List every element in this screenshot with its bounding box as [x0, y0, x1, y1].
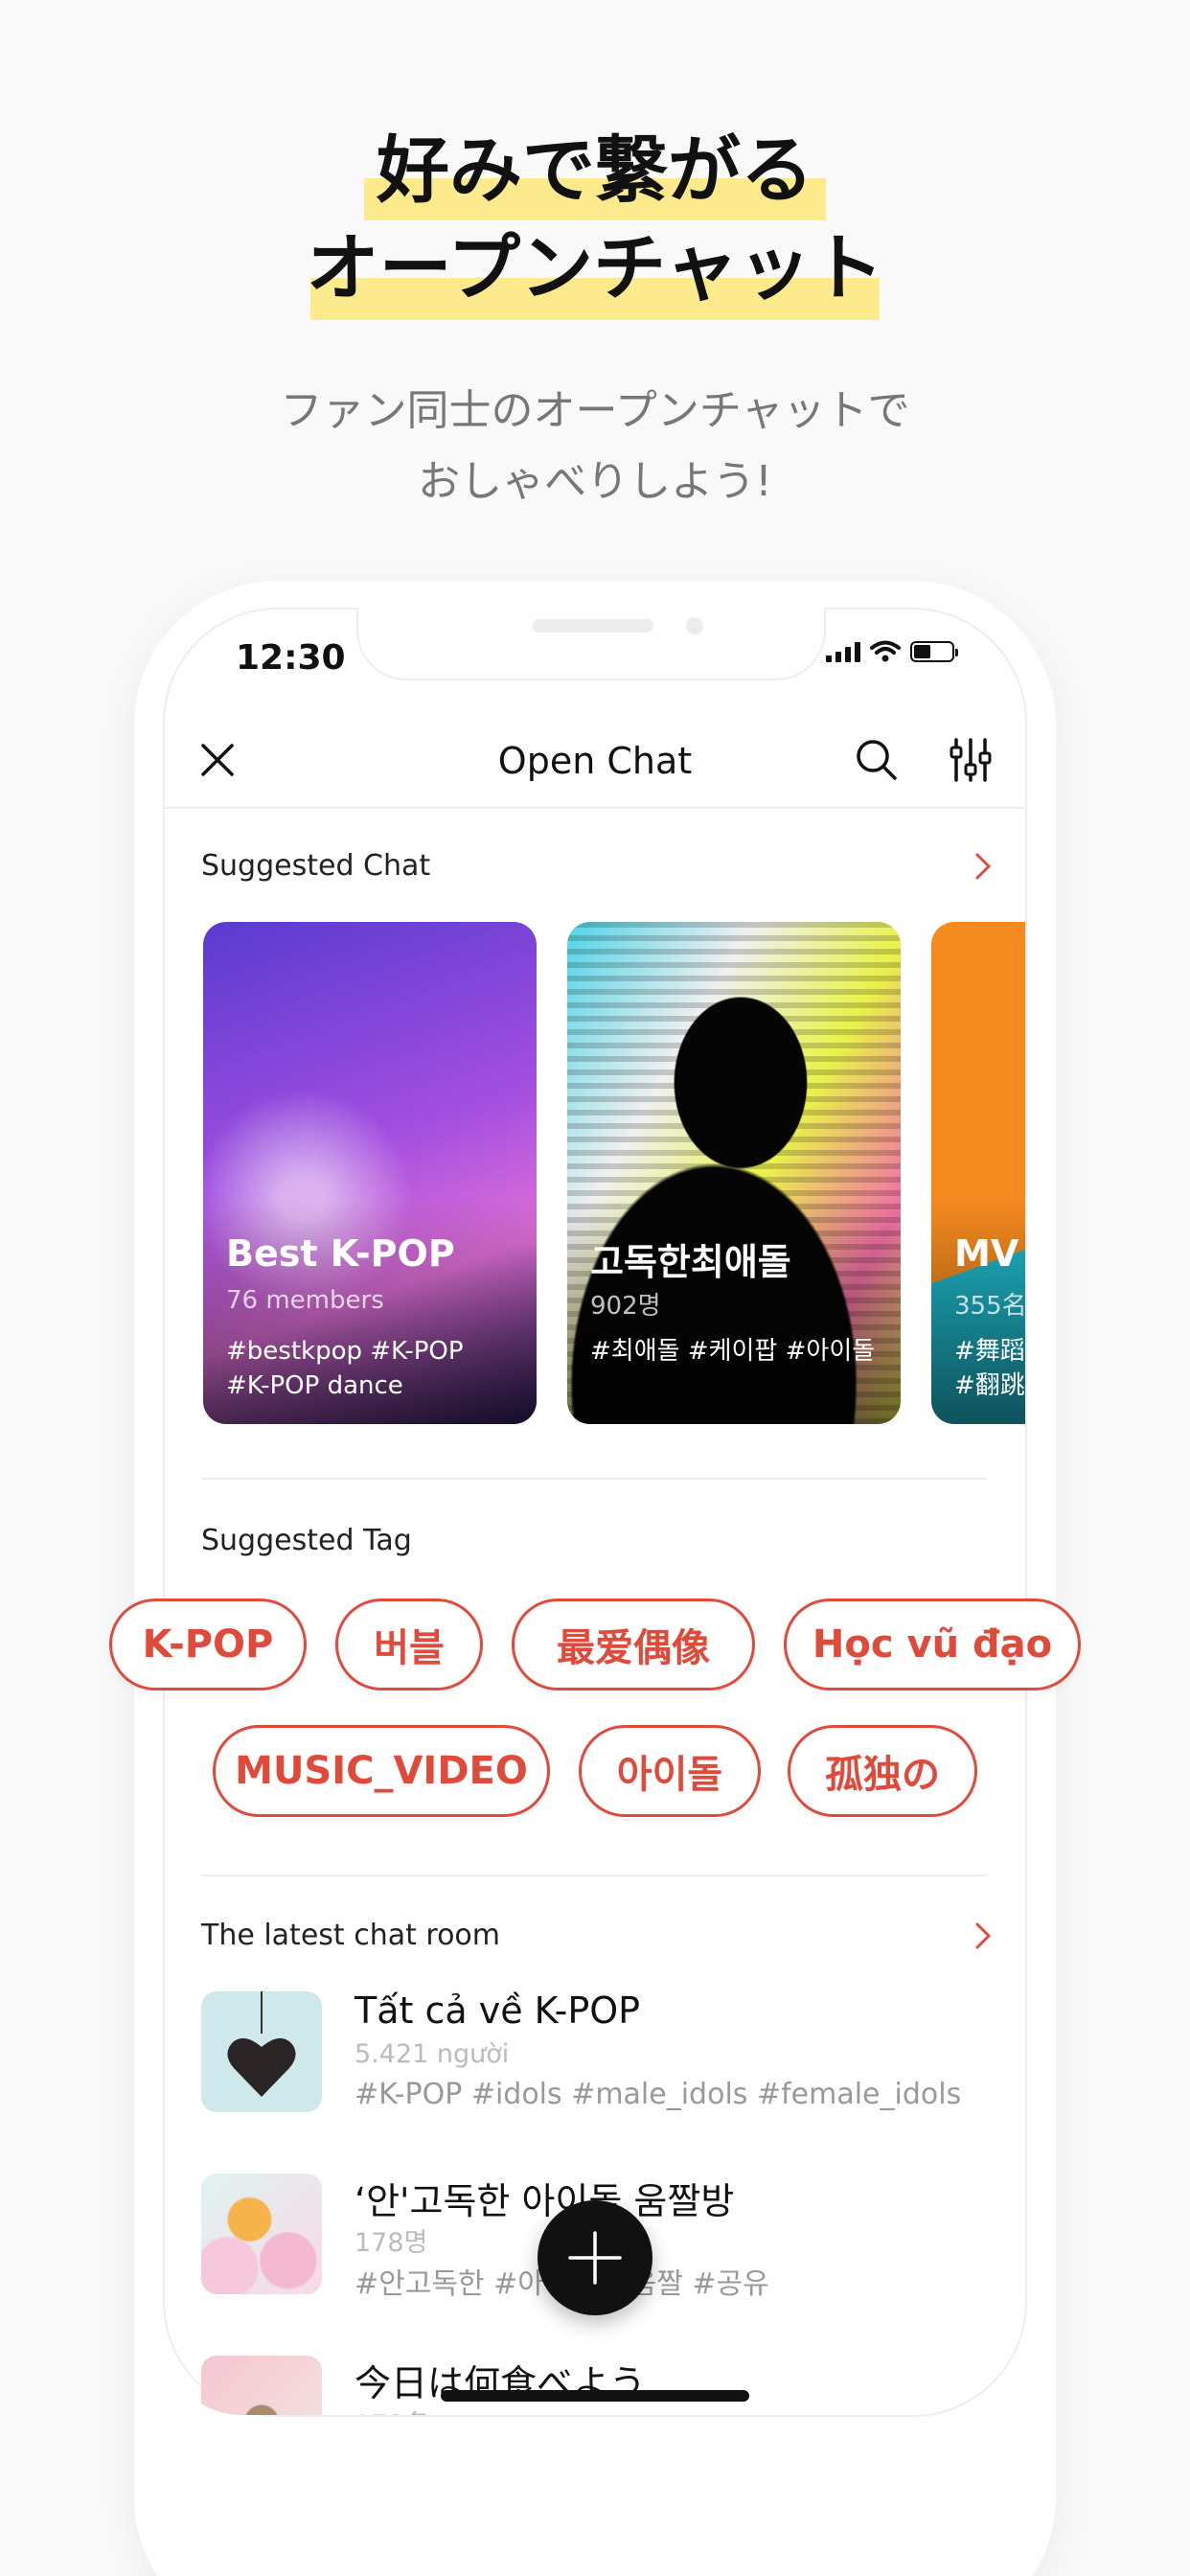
card-name: MV: [954, 1232, 1019, 1275]
app-bar: Open Chat: [165, 711, 1025, 809]
chevron-right-icon[interactable]: [970, 849, 996, 884]
tag-chip[interactable]: 最爱偶像: [512, 1598, 755, 1690]
card-members: 76 members: [226, 1286, 384, 1315]
status-icons: [826, 640, 958, 663]
tag-chip[interactable]: MUSIC_VIDEO: [213, 1725, 550, 1817]
promo-subtitle: ファン同士のオープンチャットで おしゃべりしよう!: [0, 376, 1190, 518]
suggested-chat-carousel[interactable]: Best K-POP 76 members #bestkpop #K-POP #…: [165, 922, 1025, 1424]
card-members: 902명: [590, 1292, 661, 1321]
room-title[interactable]: Tất cả về K-POP: [355, 1990, 640, 2032]
room-item-clipped: 今日は何食べよう 178名: [165, 2338, 1025, 2415]
card-tags: #舞蹈 #翻跳: [954, 1337, 1025, 1400]
app-store-screenshot: 好みで繋がる オープンチャット ファン同士のオープンチャットで おしゃべりしよう…: [0, 0, 1190, 2576]
headline-line-2: オープンチャット: [306, 225, 884, 310]
wifi-icon: [870, 640, 901, 662]
chevron-right-icon[interactable]: [970, 1919, 996, 1953]
status-time: 12:30: [236, 638, 346, 678]
tag-chip[interactable]: 孤独の: [788, 1725, 977, 1817]
filter-sliders-icon[interactable]: [947, 736, 995, 784]
room-thumbnail[interactable]: [201, 2356, 322, 2415]
tag-chip[interactable]: Học vũ đạo: [784, 1598, 1081, 1690]
latest-chat-title: The latest chat room: [201, 1919, 500, 1952]
search-icon[interactable]: [853, 736, 901, 784]
cellular-signal-icon: [826, 641, 860, 662]
home-indicator[interactable]: [441, 2390, 749, 2402]
speaker-grille: [533, 619, 653, 632]
room-thumbnail[interactable]: [201, 1991, 322, 2112]
card-tags: #bestkpop #K-POP #K-POP dance: [226, 1337, 464, 1400]
tag-chip[interactable]: 아이돌: [579, 1725, 761, 1817]
heart-icon: [227, 1991, 296, 2097]
suggested-tag-title: Suggested Tag: [201, 1524, 412, 1557]
room-thumbnail[interactable]: [201, 2174, 322, 2294]
room-members: 178명: [355, 2228, 428, 2258]
create-chat-button[interactable]: [538, 2200, 652, 2315]
headline-line-1: 好みで繋がる: [377, 127, 813, 213]
room-tags: #K-POP #idols #male_idols #female_idols: [355, 2078, 962, 2111]
battery-icon: [910, 641, 958, 662]
tag-chip[interactable]: 버블: [335, 1598, 483, 1690]
room-title[interactable]: ‘안'고독한 아이돌 움짤방: [355, 2172, 734, 2224]
chat-card[interactable]: MV 355名 #舞蹈 #翻跳: [931, 922, 1025, 1424]
subtitle-line-1: ファン同士のオープンチャットで: [280, 386, 910, 435]
chat-card[interactable]: Best K-POP 76 members #bestkpop #K-POP #…: [203, 922, 537, 1424]
plus-icon: [568, 2231, 622, 2285]
tag-chip[interactable]: K-POP: [109, 1598, 307, 1690]
card-tags: #최애돌 #케이팝 #아이돌: [590, 1337, 876, 1366]
suggested-chat-title: Suggested Chat: [201, 849, 431, 883]
chat-card[interactable]: 고독한최애돌 902명 #최애돌 #케이팝 #아이돌: [567, 922, 901, 1424]
front-camera: [686, 617, 703, 634]
room-members: 178名: [355, 2404, 430, 2415]
card-members: 355名: [954, 1292, 1025, 1321]
divider: [201, 1478, 987, 1480]
card-name: Best K-POP: [226, 1232, 455, 1275]
room-members: 5.421 người: [355, 2039, 510, 2069]
card-name: 고독한최애돌: [590, 1241, 791, 1283]
subtitle-line-2: おしゃべりしよう!: [418, 457, 772, 506]
divider: [201, 1874, 987, 1876]
